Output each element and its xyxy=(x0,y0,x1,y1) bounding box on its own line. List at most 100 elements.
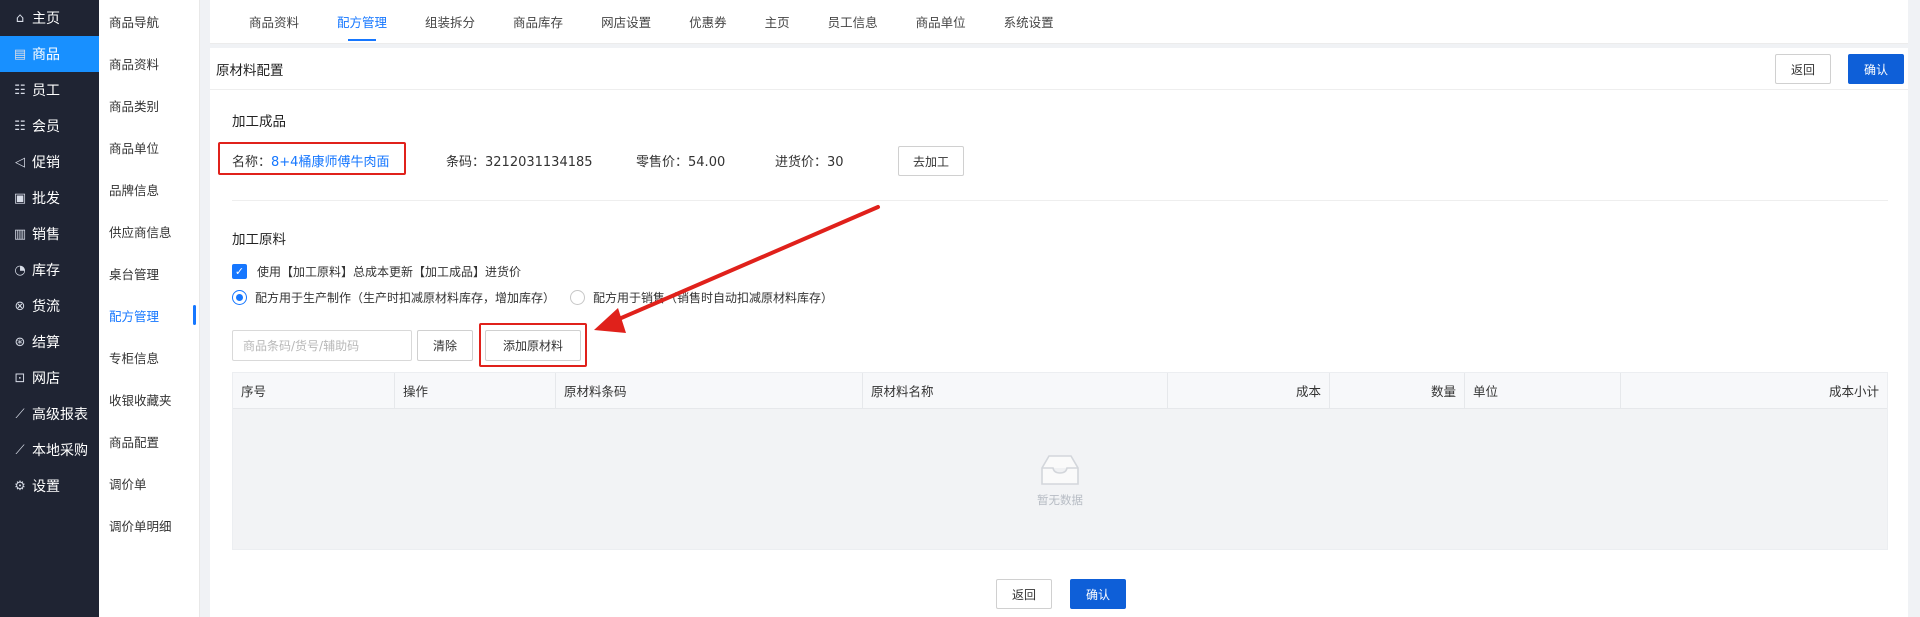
goods-icon: ▤ xyxy=(13,46,27,62)
raw-materials-title: 加工原料 xyxy=(232,232,286,248)
subnav-item[interactable]: 品牌信息 xyxy=(99,168,199,210)
sidebar-item-label: 员工 xyxy=(32,83,60,99)
radio-sales-label: 配方用于销售（销售时自动扣减原材料库存） xyxy=(593,291,834,305)
subnav-item-recipe[interactable]: 配方管理 xyxy=(99,294,199,336)
subnav-item[interactable]: 桌台管理 xyxy=(99,252,199,294)
col-action: 操作 xyxy=(395,373,556,408)
confirm-button[interactable]: 确认 xyxy=(1848,54,1904,84)
empty-text: 暂无数据 xyxy=(1037,493,1083,507)
footer-back-button[interactable]: 返回 xyxy=(996,579,1052,609)
subnav-item[interactable]: 供应商信息 xyxy=(99,210,199,252)
radio-production[interactable]: 配方用于生产制作（生产时扣减原材料库存，增加库存） xyxy=(232,289,555,306)
col-name: 原材料名称 xyxy=(863,373,1168,408)
tab-recipe[interactable]: 配方管理 xyxy=(318,0,406,44)
settle-icon: ⊛ xyxy=(14,334,26,350)
sidebar-item-flow[interactable]: ⊗ 货流 xyxy=(0,288,99,324)
sidebar-item-label: 商品 xyxy=(32,47,60,63)
staff-icon: ☷ xyxy=(14,82,26,98)
content-panel: 原材料配置 返回 确认 加工成品 名称：8+4桶康师傅牛肉面 条码：321203… xyxy=(210,48,1908,617)
sidebar-item-label: 本地采购 xyxy=(32,443,88,459)
annotation-box-add xyxy=(479,323,587,367)
sidebar-item-label: 网店 xyxy=(32,371,60,387)
finished-product-title: 加工成品 xyxy=(232,114,286,130)
sidebar-item-report[interactable]: ⟋ 高级报表 xyxy=(0,396,99,432)
radio-selected-icon[interactable] xyxy=(232,290,247,305)
update-cost-checkbox-row[interactable]: ✓ 使用【加工原料】总成本更新【加工成品】进货价 xyxy=(232,263,521,280)
gear-icon: ⚙ xyxy=(14,478,26,494)
tab[interactable]: 员工信息 xyxy=(809,0,897,44)
checkbox-checked-icon[interactable]: ✓ xyxy=(232,264,247,279)
tab[interactable]: 系统设置 xyxy=(985,0,1073,44)
tab[interactable]: 商品单位 xyxy=(897,0,985,44)
sidebar-item-label: 主页 xyxy=(32,11,60,27)
subnav-item[interactable]: 商品类别 xyxy=(99,84,199,126)
subnav-item[interactable]: 商品资料 xyxy=(99,42,199,84)
sidebar-item-purchase[interactable]: ⟋ 本地采购 xyxy=(0,432,99,468)
home-icon: ⌂ xyxy=(15,10,25,26)
materials-table: 序号 操作 原材料条码 原材料名称 成本 数量 单位 成本小计 暂无数据 xyxy=(232,372,1888,550)
clear-button[interactable]: 清除 xyxy=(417,330,473,361)
empty-inbox-icon xyxy=(1041,455,1079,485)
checkbox-label: 使用【加工原料】总成本更新【加工成品】进货价 xyxy=(257,265,522,279)
page-title: 原材料配置 xyxy=(216,62,284,79)
sidebar-item-label: 销售 xyxy=(32,227,60,243)
subnav-item[interactable]: 收银收藏夹 xyxy=(99,378,199,420)
tab[interactable]: 主页 xyxy=(746,0,809,44)
empty-state: 暂无数据 xyxy=(233,409,1887,551)
sidebar-item-settle[interactable]: ⊛ 结算 xyxy=(0,324,99,360)
footer-confirm-button[interactable]: 确认 xyxy=(1070,579,1126,609)
col-quantity: 数量 xyxy=(1330,373,1465,408)
member-icon: ☷ xyxy=(14,118,26,134)
sidebar-item-label: 结算 xyxy=(32,335,60,351)
subnav-item[interactable]: 商品配置 xyxy=(99,420,199,462)
col-subtotal: 成本小计 xyxy=(1828,384,1879,399)
sidebar-item-staff[interactable]: ☷ 员工 xyxy=(0,72,99,108)
purchase-label: 进货价： xyxy=(775,155,828,170)
tab[interactable]: 组装拆分 xyxy=(406,0,494,44)
flow-icon: ⊗ xyxy=(14,298,26,314)
tab[interactable]: 网店设置 xyxy=(582,0,670,44)
sub-sidebar: 商品导航 商品资料 商品类别 商品单位 品牌信息 供应商信息 桌台管理 配方管理… xyxy=(99,0,200,617)
sidebar-item-wholesale[interactable]: ▣ 批发 xyxy=(0,180,99,216)
sidebar-item-promo[interactable]: ◁ 促销 xyxy=(0,144,99,180)
sidebar-item-member[interactable]: ☷ 会员 xyxy=(0,108,99,144)
sidebar-item-settings[interactable]: ⚙ 设置 xyxy=(0,468,99,504)
barcode-search-input[interactable] xyxy=(232,330,412,361)
sidebar-item-label: 库存 xyxy=(32,263,60,279)
sidebar-item-inventory[interactable]: ◔ 库存 xyxy=(0,252,99,288)
sidebar-item-label: 货流 xyxy=(32,299,60,315)
radio-unselected-icon[interactable] xyxy=(570,290,585,305)
subnav-item[interactable]: 调价单 xyxy=(99,462,199,504)
sidebar-item-goods[interactable]: ▤ 商品 xyxy=(0,36,99,72)
barcode-label: 条码： xyxy=(446,155,486,170)
sidebar-item-home[interactable]: ⌂ 主页 xyxy=(0,0,99,36)
subnav-item[interactable]: 专柜信息 xyxy=(99,336,199,378)
radio-production-label: 配方用于生产制作（生产时扣减原材料库存，增加库存） xyxy=(255,291,556,305)
retail-label: 零售价： xyxy=(636,155,689,170)
tab[interactable]: 商品资料 xyxy=(230,0,318,44)
subnav-item[interactable]: 商品单位 xyxy=(99,126,199,168)
panel-header: 原材料配置 返回 确认 xyxy=(210,48,1908,90)
section-divider xyxy=(232,200,1888,201)
sidebar-item-label: 会员 xyxy=(32,119,60,135)
annotation-box-name xyxy=(218,142,406,175)
sidebar-item-sales[interactable]: ▥ 销售 xyxy=(0,216,99,252)
subnav-item[interactable]: 商品导航 xyxy=(99,0,199,42)
product-retail-price: 零售价：54.00 xyxy=(636,151,725,170)
product-barcode: 条码：3212031134185 xyxy=(446,151,593,170)
tab[interactable]: 优惠券 xyxy=(670,0,746,44)
sidebar-item-label: 促销 xyxy=(32,155,60,171)
tab[interactable]: 商品库存 xyxy=(494,0,582,44)
radio-sales[interactable]: 配方用于销售（销售时自动扣减原材料库存） xyxy=(570,289,833,306)
back-button[interactable]: 返回 xyxy=(1775,54,1831,84)
main-sidebar: ⌂ 主页 ▤ 商品 ☷ 员工 ☷ 会员 ◁ 促销 ▣ 批发 ▥ 销售 ◔ 库存 ⊗ 货流 ⊛ 结算 … xyxy=(0,0,99,617)
purchase-icon: ⟋ xyxy=(15,442,25,458)
process-button[interactable]: 去加工 xyxy=(898,146,964,176)
product-purchase-price: 进货价：30 xyxy=(775,151,844,170)
col-unit: 单位 xyxy=(1465,373,1621,408)
col-barcode: 原材料条码 xyxy=(556,373,863,408)
retail-value: 54.00 xyxy=(688,155,726,170)
report-icon: ⟋ xyxy=(15,406,25,422)
subnav-item[interactable]: 调价单明细 xyxy=(99,504,199,546)
sidebar-item-shop[interactable]: ⊡ 网店 xyxy=(0,360,99,396)
